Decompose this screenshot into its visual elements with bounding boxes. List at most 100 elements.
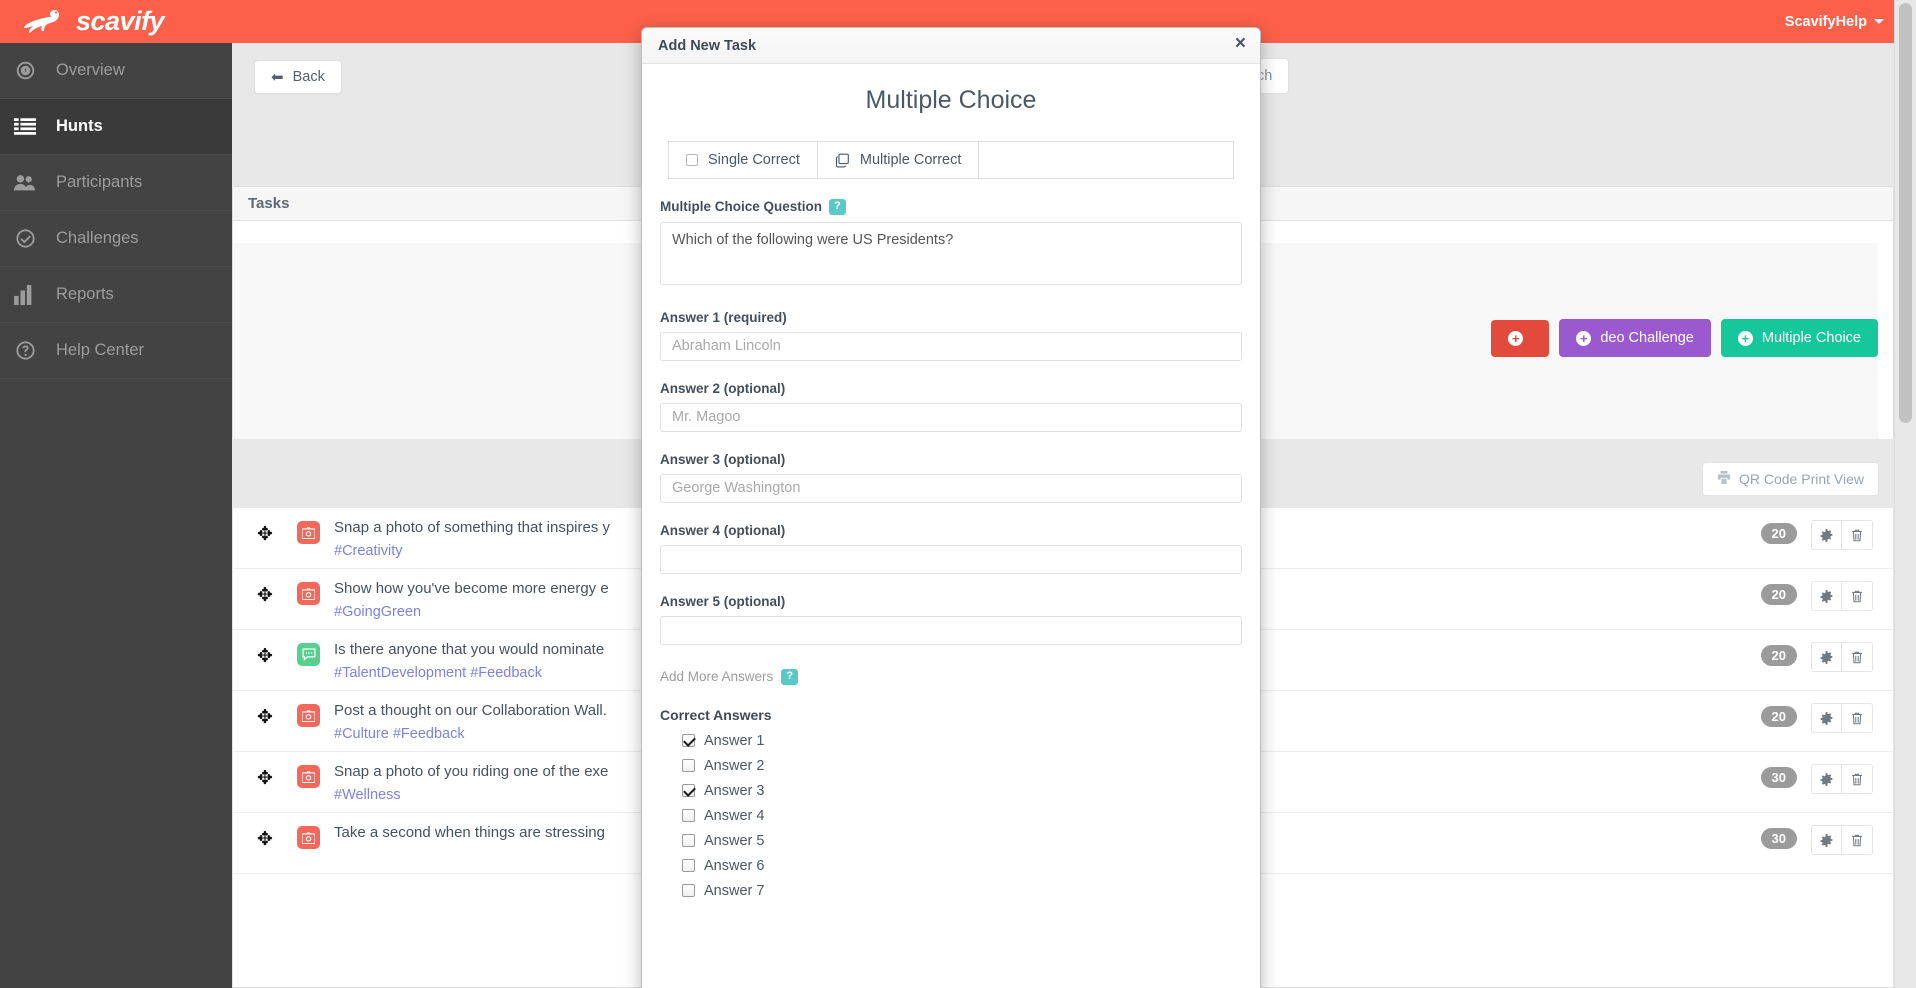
add-video-challenge-button[interactable]: + deo Challenge [1559, 319, 1711, 357]
photo-task-icon [297, 826, 320, 849]
modal-header: Add New Task × [642, 28, 1260, 64]
task-settings-button[interactable] [1811, 764, 1842, 794]
brand-logo[interactable]: scavify [22, 0, 165, 43]
drag-handle-icon[interactable]: ✥ [233, 703, 297, 729]
sidebar-item-label: Challenges [56, 229, 139, 247]
user-menu[interactable]: ScavifyHelp [1785, 0, 1884, 43]
add-video-challenge-label: deo Challenge [1600, 330, 1694, 346]
sidebar-item-help-center[interactable]: Help Center [0, 323, 232, 379]
correct-answer-option-4[interactable]: Answer 4 [682, 808, 1242, 824]
photo-task-icon [297, 521, 320, 544]
question-circle-icon [10, 340, 40, 361]
answer-3-label: Answer 3 (optional) [660, 452, 1242, 467]
sidebar-item-label: Overview [56, 61, 125, 79]
task-delete-button[interactable] [1842, 520, 1873, 550]
add-photo-task-button[interactable]: + [1491, 319, 1550, 357]
back-button[interactable]: ⬅ Back [254, 60, 342, 94]
task-points-badge: 30 [1760, 767, 1797, 788]
tab-multiple-correct[interactable]: Multiple Correct [816, 141, 980, 178]
check-circle-icon [10, 228, 40, 249]
correct-answer-option-5[interactable]: Answer 5 [682, 833, 1242, 849]
answer-5-input[interactable] [660, 615, 1242, 645]
checkbox-icon[interactable] [682, 784, 695, 797]
correct-answer-label: Answer 2 [704, 757, 765, 774]
answer-4-label: Answer 4 (optional) [660, 523, 1242, 538]
task-settings-button[interactable] [1811, 581, 1842, 611]
sidebar-item-label: Help Center [56, 341, 145, 359]
sidebar-item-label: Hunts [56, 117, 103, 135]
photo-task-icon [297, 704, 320, 727]
page-scrollbar[interactable] [1894, 0, 1916, 988]
answer-3-label-text: Answer 3 (optional) [660, 451, 786, 467]
qr-code-print-view-button[interactable]: QR Code Print View [1701, 462, 1879, 496]
task-points-badge: 20 [1760, 584, 1797, 605]
checkbox-icon[interactable] [682, 734, 695, 747]
sidebar-item-hunts[interactable]: Hunts [0, 99, 232, 155]
correct-answer-label: Answer 5 [704, 832, 765, 849]
sidebar-item-participants[interactable]: Participants [0, 155, 232, 211]
help-badge-icon[interactable]: ? [829, 199, 846, 215]
answer-3-input[interactable] [660, 473, 1242, 503]
drag-handle-icon[interactable]: ✥ [233, 764, 297, 790]
people-icon [10, 174, 40, 192]
task-delete-button[interactable] [1842, 764, 1873, 794]
add-task-type-buttons: + + deo Challenge + Multiple Choice [1491, 319, 1878, 357]
help-badge-icon[interactable]: ? [781, 668, 799, 685]
page-title: Multiple Choice [865, 86, 1037, 114]
close-icon[interactable]: × [1235, 34, 1246, 53]
correct-answer-option-6[interactable]: Answer 6 [682, 858, 1242, 874]
checkbox-icon[interactable] [682, 884, 695, 897]
answer-4-input[interactable] [660, 544, 1242, 574]
tab-single-correct[interactable]: Single Correct [668, 141, 817, 178]
correct-answer-option-1[interactable]: Answer 1 [682, 733, 1242, 749]
task-delete-button[interactable] [1842, 703, 1873, 733]
add-more-answers-row: Add More Answers ? [660, 668, 1242, 685]
sidebar-item-label: Reports [56, 285, 114, 303]
drag-handle-icon[interactable]: ✥ [233, 520, 297, 546]
task-settings-button[interactable] [1811, 825, 1842, 855]
add-multiple-choice-button[interactable]: + Multiple Choice [1720, 319, 1878, 357]
task-settings-button[interactable] [1811, 703, 1842, 733]
row-actions [1811, 581, 1873, 611]
scrollbar-thumb[interactable] [1899, 3, 1912, 423]
answer-1-input[interactable] [660, 331, 1242, 361]
correct-answer-label: Answer 6 [704, 857, 765, 874]
sidebar-item-challenges[interactable]: Challenges [0, 211, 232, 267]
row-actions [1811, 703, 1873, 733]
photo-task-icon [297, 765, 320, 788]
task-points-badge: 20 [1760, 706, 1797, 727]
task-delete-button[interactable] [1842, 581, 1873, 611]
copies-icon [835, 153, 850, 168]
checkbox-icon[interactable] [682, 859, 695, 872]
correct-answer-option-3[interactable]: Answer 3 [682, 783, 1242, 799]
sidebar-item-reports[interactable]: Reports [0, 267, 232, 323]
row-actions [1811, 520, 1873, 550]
answer-4-label-text: Answer 4 (optional) [660, 522, 786, 538]
correct-answer-label: Answer 3 [704, 782, 765, 799]
answer-5-label-text: Answer 5 (optional) [660, 593, 786, 609]
task-delete-button[interactable] [1842, 642, 1873, 672]
task-delete-button[interactable] [1842, 825, 1873, 855]
row-actions [1811, 764, 1873, 794]
correct-answer-option-2[interactable]: Answer 2 [682, 758, 1242, 774]
drag-handle-icon[interactable]: ✥ [233, 581, 297, 607]
checkbox-icon[interactable] [682, 759, 695, 772]
arrow-left-icon: ⬅ [271, 68, 284, 86]
correct-answer-option-7[interactable]: Answer 7 [682, 883, 1242, 899]
correct-answer-label: Answer 4 [704, 807, 765, 824]
drag-handle-icon[interactable]: ✥ [233, 825, 297, 851]
plus-icon: + [1576, 330, 1592, 346]
sidebar-nav: Overview Hunts Participants Challenges R… [0, 43, 232, 988]
sidebar-item-overview[interactable]: Overview [0, 43, 232, 99]
task-settings-button[interactable] [1811, 642, 1842, 672]
question-textarea[interactable] [660, 221, 1242, 285]
answer-2-input[interactable] [660, 402, 1242, 432]
text-task-icon [297, 643, 320, 666]
drag-handle-icon[interactable]: ✥ [233, 642, 297, 668]
checkbox-icon[interactable] [682, 809, 695, 822]
plus-icon: + [1508, 330, 1524, 346]
checkbox-icon[interactable] [682, 834, 695, 847]
task-points-badge: 30 [1760, 828, 1797, 849]
task-settings-button[interactable] [1811, 520, 1842, 550]
add-more-answers-link[interactable]: Add More Answers [660, 669, 773, 684]
